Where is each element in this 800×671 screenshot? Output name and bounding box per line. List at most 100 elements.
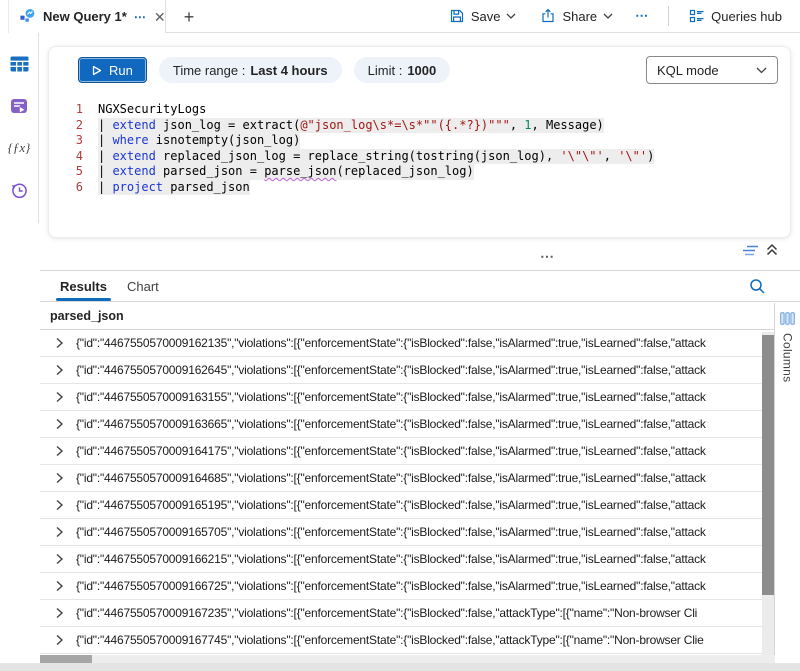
table-row[interactable]: {"id":"4467550570009165705","violations"… [40,519,800,546]
table-row[interactable]: {"id":"4467550570009163665","violations"… [40,411,800,438]
parsed-json-cell: {"id":"4467550570009167745","violations"… [76,633,704,647]
code-line[interactable]: 4 | extend replaced_json_log = replace_st… [49,149,790,165]
code-line[interactable]: 3 | where isnotempty(json_log) [49,133,790,149]
vertical-scrollbar-thumb[interactable] [762,335,774,595]
divider [668,6,669,26]
line-number: 5 [49,164,83,180]
parsed-json-cell: {"id":"4467550570009165195","violations"… [76,498,706,512]
splitter-handle[interactable]: ⋯ [540,249,556,263]
expand-row-chevron-icon[interactable] [55,418,64,430]
save-button[interactable]: Save [441,4,525,28]
run-button[interactable]: Run [78,57,147,83]
code-line[interactable]: 5 | extend parsed_json = parse_json(repla… [49,164,790,180]
queries-hub-button[interactable]: Queries hub [681,4,790,28]
table-row[interactable]: {"id":"4467550570009167235","violations"… [40,600,800,627]
code-line[interactable]: 2 | extend json_log = extract(@"json_log\… [49,118,790,134]
tab-close-icon[interactable]: ✕ [154,10,166,24]
collapse-editor-icon[interactable] [765,243,779,257]
query-history-icon[interactable] [7,179,31,201]
code-text: NGXSecurityLogs [98,102,206,118]
table-row[interactable]: {"id":"4467550570009162135","violations"… [40,330,800,357]
columns-panel-label: Columns [781,333,795,382]
expand-row-chevron-icon[interactable] [55,472,64,484]
query-toolbar: Run Time range : Last 4 hours Limit : 10… [49,47,790,93]
table-row[interactable]: {"id":"4467550570009163155","violations"… [40,384,800,411]
search-icon[interactable] [749,278,766,295]
time-range-pill[interactable]: Time range : Last 4 hours [159,57,342,83]
kusto-query-page: { "topbar": { "tab": { "title": "New Que… [0,0,800,671]
tab-chart[interactable]: Chart [117,271,169,301]
topbar-underline [166,32,800,33]
query-card: Run Time range : Last 4 hours Limit : 10… [48,46,791,238]
more-actions-icon[interactable]: ⋯ [629,4,656,28]
tab-results[interactable]: Results [50,271,117,301]
kql-mode-select[interactable]: KQL mode [646,56,778,84]
code-text: | extend json_log = extract(@"json_log\s… [98,118,604,134]
chevron-down-icon [506,13,516,19]
query-summary-icon[interactable] [742,244,759,257]
parsed-json-cell: {"id":"4467550570009163665","violations"… [76,417,706,431]
code-line[interactable]: 6 | project parsed_json [49,180,790,196]
parsed-json-cell: {"id":"4467550570009163155","violations"… [76,390,706,404]
vertical-scrollbar[interactable] [762,332,774,655]
parsed-json-cell: {"id":"4467550570009164685","violations"… [76,471,706,485]
share-icon [540,8,556,24]
line-number: 6 [49,180,83,196]
saved-scripts-icon[interactable] [7,95,31,117]
expand-row-chevron-icon[interactable] [55,634,64,646]
expand-row-chevron-icon[interactable] [55,499,64,511]
columns-icon [780,312,795,325]
chevron-down-icon [603,13,613,19]
limit-pill[interactable]: Limit : 1000 [354,57,451,83]
expand-row-chevron-icon[interactable] [55,445,64,457]
panel-controls [742,243,779,257]
expand-row-chevron-icon[interactable] [55,553,64,565]
code-text: | where isnotempty(json_log) [98,133,300,149]
table-row[interactable]: {"id":"4467550570009166725","violations"… [40,573,800,600]
parsed-json-cell: {"id":"4467550570009167235","violations"… [76,606,697,620]
parsed-json-cell: {"id":"4467550570009166215","violations"… [76,552,706,566]
topbar-actions: Save Share ⋯ [441,0,790,32]
table-row[interactable]: {"id":"4467550570009166215","violations"… [40,546,800,573]
query-editor[interactable]: 1NGXSecurityLogs2 | extend json_log = ext… [49,93,790,195]
table-row[interactable]: {"id":"4467550570009167745","violations"… [40,627,800,654]
table-row[interactable]: {"id":"4467550570009164175","violations"… [40,438,800,465]
new-tab-button[interactable]: + [176,4,202,30]
window-scroll-strip [0,663,800,671]
tab-title: New Query 1* [43,9,127,24]
share-button[interactable]: Share [532,4,621,28]
expand-row-chevron-icon[interactable] [55,337,64,349]
expand-row-chevron-icon[interactable] [55,364,64,376]
line-number: 3 [49,133,83,149]
code-text: | extend replaced_json_log = replace_str… [98,149,654,165]
expand-row-chevron-icon[interactable] [55,526,64,538]
table-row[interactable]: {"id":"4467550570009165195","violations"… [40,492,800,519]
expand-row-chevron-icon[interactable] [55,580,64,592]
tab-more-icon[interactable]: ⋯ [134,11,147,23]
line-number: 4 [49,149,83,165]
columns-side-panel[interactable]: Columns [774,303,800,663]
adx-app-icon [19,8,36,25]
parsed-json-cell: {"id":"4467550570009164175","violations"… [76,444,706,458]
queries-hub-icon [689,8,705,24]
table-row[interactable]: {"id":"4467550570009164685","violations"… [40,465,800,492]
expand-row-chevron-icon[interactable] [55,607,64,619]
parsed-json-cell: {"id":"4467550570009162135","violations"… [76,336,706,350]
column-header-parsed-json[interactable]: parsed_json [50,309,124,323]
table-row[interactable]: {"id":"4467550570009162645","violations"… [40,357,800,384]
results-panel: Results Chart parsed_json {"id":"4467550… [40,271,800,663]
query-tab[interactable]: New Query 1* ⋯ ✕ [8,0,166,33]
code-line[interactable]: 1NGXSecurityLogs [49,102,790,118]
code-text: | project parsed_json [98,180,250,196]
top-bar: New Query 1* ⋯ ✕ + Save [0,0,800,33]
save-icon [449,8,465,24]
connections-table-icon[interactable] [7,53,31,75]
line-number: 2 [49,118,83,134]
expand-row-chevron-icon[interactable] [55,391,64,403]
functions-icon[interactable]: {ƒx} [7,137,31,159]
code-text: | extend parsed_json = parse_json(replac… [98,164,474,180]
left-rail: {ƒx} [0,33,38,671]
parsed-json-cell: {"id":"4467550570009162645","violations"… [76,363,706,377]
play-icon [92,65,102,76]
grid-header-row[interactable]: parsed_json [40,302,800,330]
